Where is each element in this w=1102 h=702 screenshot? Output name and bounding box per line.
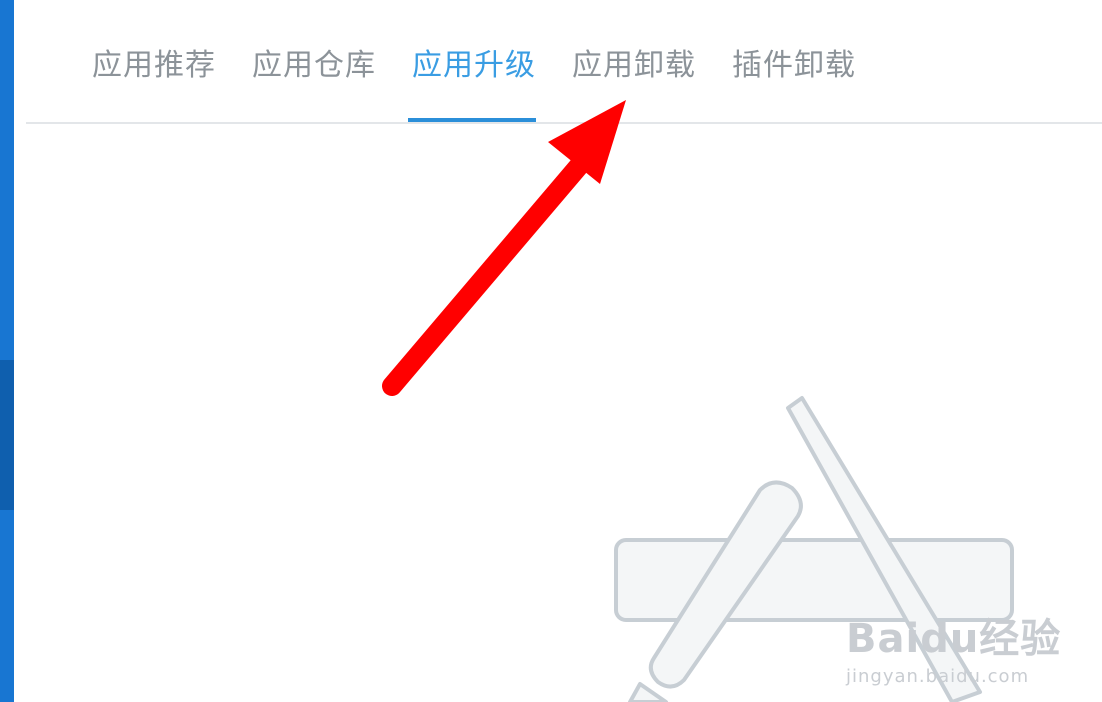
tab-app-repository[interactable]: 应用仓库 — [252, 44, 376, 88]
tab-divider — [26, 122, 1102, 124]
left-strip-segment — [0, 360, 14, 510]
tab-plugin-uninstall[interactable]: 插件卸载 — [732, 44, 856, 88]
tab-app-recommend[interactable]: 应用推荐 — [92, 44, 216, 88]
tab-bar: 应用推荐 应用仓库 应用升级 应用卸载 插件卸载 — [26, 0, 1102, 124]
left-accent-strip — [0, 0, 14, 702]
baidu-watermark: Baidu经验 jingyan.baidu.com — [846, 606, 1061, 687]
tab-app-uninstall[interactable]: 应用卸载 — [572, 44, 696, 88]
watermark-url: jingyan.baidu.com — [846, 666, 1030, 687]
watermark-brand: Baidu经验 — [846, 616, 1062, 662]
tab-app-upgrade[interactable]: 应用升级 — [412, 44, 536, 88]
